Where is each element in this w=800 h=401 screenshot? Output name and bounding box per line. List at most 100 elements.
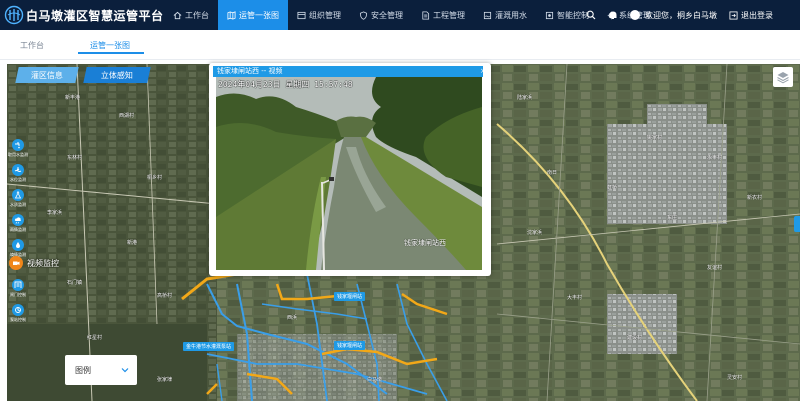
place-name: 西湖村: [119, 113, 135, 119]
tab-workbench[interactable]: 工作台: [20, 40, 44, 51]
tool-label: 泵站控制: [10, 317, 26, 322]
logout-icon: [729, 10, 738, 20]
nav-label: 工程管理: [433, 10, 465, 20]
place-name: 新丰港: [65, 95, 81, 101]
control-icon: [545, 11, 554, 19]
org-icon: [297, 11, 306, 19]
nav-item-operation-map[interactable]: 运管一张图: [218, 0, 288, 30]
button-label: 立体感知: [101, 70, 133, 80]
right-panel-handle[interactable]: [794, 216, 800, 232]
tab-operation-map[interactable]: 运管一张图: [90, 40, 130, 51]
irrigation-area-info-button[interactable]: 灌区信息: [15, 67, 79, 83]
tool-water-quality[interactable]: 水质监测: [9, 186, 27, 211]
tool-pump-control[interactable]: 泵站控制: [9, 301, 27, 326]
video-monitoring-label: 视频监控: [27, 258, 59, 268]
notification-button[interactable]: [602, 0, 624, 30]
legend-label: 图例: [75, 365, 91, 375]
nav-label: 灌溉用水: [495, 10, 527, 20]
video-popup: 钱家埭闸站西 -- 视频 × 2024年04月23日 星期四 15:57:48 …: [209, 63, 491, 276]
water-icon: [483, 11, 492, 19]
place-name: 东林村: [67, 155, 83, 161]
place-name: 红星村: [87, 335, 103, 341]
three-d-sensing-button[interactable]: 立体感知: [83, 67, 151, 83]
top-right-tools: 欢迎您，桐乡白马墩 退出登录: [580, 0, 773, 30]
nav-item-irrigation[interactable]: 灌溉用水: [474, 0, 536, 30]
nav-item-safety[interactable]: 安全管理: [350, 0, 412, 30]
top-navigation-bar: 白马墩灌区智慧运管平台 工作台 运管一张图 组织管理 安全管理 工程管理 灌溉用…: [0, 0, 800, 30]
place-name: 虹桥: [607, 185, 618, 191]
video-timestamp: 2024年04月23日 星期四 15:57:48: [218, 80, 353, 89]
map-tool-rail-lower: 闸门控制 泵站控制: [9, 276, 27, 326]
place-name: 张家埭: [157, 377, 173, 383]
place-name: 桐乡村: [147, 175, 163, 181]
close-icon[interactable]: ×: [479, 66, 487, 77]
place-name: 陆家浜: [517, 95, 533, 101]
video-popup-title: 钱家埭闸站西 -- 视频: [213, 66, 483, 77]
page-tab-bar: 工作台 运管一张图: [0, 30, 800, 60]
place-name: 新港: [127, 240, 138, 246]
tool-water-level[interactable]: 水位监测: [9, 161, 27, 186]
nav-item-organization[interactable]: 组织管理: [288, 0, 350, 30]
place-name: 大丰村: [567, 295, 583, 301]
tool-label: 闸门控制: [10, 292, 26, 297]
cloud-rain-icon: [14, 217, 21, 224]
nav-label: 运管一张图: [239, 10, 279, 20]
map-icon: [227, 10, 236, 20]
place-name: 李家浜: [47, 210, 63, 216]
nav-label: 组织管理: [309, 10, 341, 20]
active-tab-indicator: [78, 52, 144, 54]
shield-icon: [359, 10, 368, 20]
place-name: 石门镇: [67, 280, 83, 286]
tool-label: 水质监测: [10, 202, 26, 207]
logout-button[interactable]: 退出登录: [729, 10, 773, 21]
flask-icon: [14, 191, 22, 199]
place-name: 友谊村: [707, 265, 723, 271]
layers-icon: [777, 72, 789, 84]
avatar[interactable]: [630, 10, 640, 20]
tool-gate-control[interactable]: 闸门控制: [9, 276, 27, 301]
layer-switch-button[interactable]: [773, 67, 793, 87]
place-name: 永丰村: [707, 155, 723, 161]
button-label: 灌区信息: [31, 70, 63, 80]
tool-rainfall[interactable]: 雨情监测: [9, 211, 27, 236]
tool-label: 雨情监测: [10, 227, 26, 232]
place-name: 西浜: [287, 315, 298, 321]
nav-item-workbench[interactable]: 工作台: [164, 0, 218, 30]
home-icon: [173, 11, 182, 19]
bell-icon: [609, 11, 617, 19]
nav-item-engineering[interactable]: 工程管理: [412, 0, 474, 30]
place-name: 姚家村: [647, 135, 663, 141]
video-player[interactable]: 2024年04月23日 星期四 15:57:48 钱家埭闸站西: [216, 77, 482, 270]
gate-icon: [14, 281, 22, 288]
document-icon: [422, 10, 430, 20]
place-name: 新农村: [747, 195, 763, 201]
place-name: 灵安村: [727, 375, 743, 381]
place-name: 高桥村: [157, 293, 173, 299]
video-camera-name: 钱家埭闸站西: [404, 239, 446, 247]
map-tool-rail: 取用水监测 水位监测 水质监测 雨情监测 墒情监测: [8, 136, 28, 261]
chevron-down-icon: [121, 368, 129, 373]
nav-label: 安全管理: [371, 10, 403, 20]
welcome-text: 欢迎您，桐乡白马墩: [645, 10, 717, 20]
pump-icon: [15, 307, 21, 313]
station-label[interactable]: 钱家堰闸站: [334, 341, 366, 350]
place-name: 白马墩: [367, 377, 383, 383]
tool-water-intake[interactable]: 取用水监测: [8, 136, 28, 161]
search-icon: [586, 10, 596, 20]
tool-label: 水位监测: [10, 177, 26, 182]
video-monitoring-button[interactable]: 视频监控: [9, 256, 59, 270]
soil-icon: [16, 242, 20, 248]
station-label[interactable]: 金牛港节水灌溉泵站: [183, 342, 235, 351]
water-tap-icon: [15, 142, 20, 149]
search-button[interactable]: [580, 0, 602, 30]
legend-toggle[interactable]: 图例: [65, 355, 137, 385]
app-root: 白马墩灌区智慧运管平台 工作台 运管一张图 组织管理 安全管理 工程管理 灌溉用…: [0, 0, 800, 401]
camera-icon: [13, 261, 20, 265]
logo-icon: [4, 5, 24, 25]
app-title: 白马墩灌区智慧运管平台: [26, 9, 164, 23]
station-label[interactable]: 钱家堰闸站: [334, 292, 366, 301]
place-name: 建设村: [627, 335, 643, 341]
water-level-icon: [14, 167, 22, 172]
place-name: 沈家浜: [527, 230, 543, 236]
place-name: 南日: [547, 170, 558, 176]
